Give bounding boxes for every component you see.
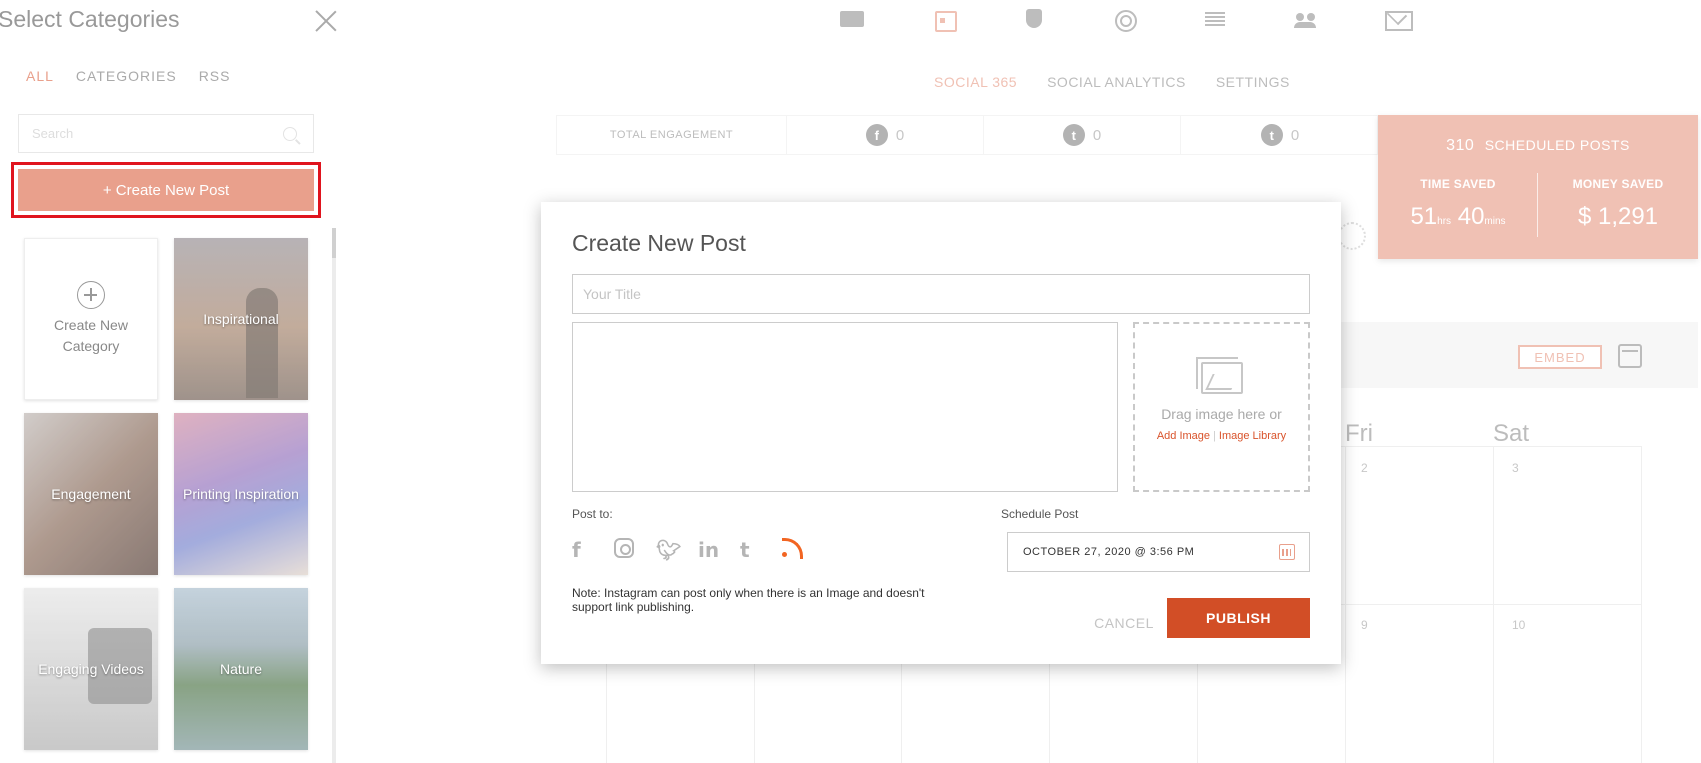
linkedin-icon[interactable]: in [698, 538, 740, 562]
instagram-note: Note: Instagram can post only when there… [572, 586, 925, 614]
category-tile-engagement[interactable]: Engagement [24, 413, 158, 575]
tab-categories[interactable]: CATEGORIES [76, 68, 177, 84]
rss-icon[interactable] [782, 538, 824, 562]
tab-all[interactable]: ALL [26, 68, 54, 84]
tile-label: Printing Inspiration [183, 486, 299, 502]
add-image-link[interactable]: Add Image [1157, 430, 1210, 442]
tumblr-icon[interactable]: t [740, 538, 782, 562]
tile-label: Inspirational [203, 311, 279, 327]
create-new-post-button[interactable]: + Create New Post [18, 169, 314, 211]
highlight-frame: + Create New Post [11, 162, 321, 218]
search-input[interactable] [19, 115, 269, 152]
link-separator: | [1213, 430, 1216, 442]
image-library-link[interactable]: Image Library [1219, 430, 1286, 442]
panel-scrollbar-thumb[interactable] [332, 228, 336, 258]
network-selector: f 🐦︎ in t [572, 538, 824, 562]
publish-button[interactable]: PUBLISH [1167, 598, 1310, 638]
post-title-input[interactable] [572, 274, 1310, 314]
category-tabs: ALL CATEGORIES RSS [26, 68, 252, 84]
post-to-label: Post to: [572, 507, 613, 521]
tile-label: Create New Category [54, 317, 128, 354]
category-panel: Select Categories ALL CATEGORIES RSS + C… [0, 0, 340, 763]
tab-rss[interactable]: RSS [199, 68, 231, 84]
create-post-dialog: Create New Post Drag image here or Add I… [541, 202, 1341, 664]
calendar-icon[interactable] [1279, 544, 1295, 560]
instagram-icon[interactable] [614, 538, 656, 562]
category-tile-nature[interactable]: Nature [174, 588, 308, 750]
dialog-title: Create New Post [572, 230, 746, 256]
image-links: Add Image | Image Library [1135, 430, 1308, 442]
post-body-input[interactable] [572, 322, 1118, 492]
panel-title: Select Categories [0, 6, 180, 32]
image-drop-zone[interactable]: Drag image here or Add Image | Image Libra… [1133, 322, 1310, 492]
close-icon[interactable] [314, 9, 338, 33]
search-icon[interactable] [283, 127, 297, 141]
drag-image-text: Drag image here or [1161, 406, 1282, 422]
schedule-datetime-value: OCTOBER 27, 2020 @ 3:56 PM [1023, 546, 1195, 558]
create-category-tile[interactable]: Create New Category [24, 238, 158, 400]
plus-circle-icon [77, 281, 105, 309]
facebook-icon[interactable]: f [572, 538, 614, 562]
twitter-icon[interactable]: 🐦︎ [656, 538, 698, 562]
tile-label: Engagement [51, 486, 131, 502]
category-tile-engaging-videos[interactable]: Engaging Videos [24, 588, 158, 750]
tile-label: Nature [219, 661, 263, 677]
schedule-post-label: Schedule Post [1001, 507, 1079, 521]
cancel-button[interactable]: CANCEL [1074, 610, 1174, 636]
panel-scrollbar[interactable] [332, 228, 336, 763]
search-box [18, 114, 314, 153]
category-tile-printing-inspiration[interactable]: Printing Inspiration [174, 413, 308, 575]
category-tile-inspirational[interactable]: Inspirational [174, 238, 308, 400]
tile-label: Engaging Videos [38, 661, 144, 677]
image-icon [1196, 357, 1243, 394]
schedule-datetime-field[interactable]: OCTOBER 27, 2020 @ 3:56 PM [1007, 532, 1310, 572]
